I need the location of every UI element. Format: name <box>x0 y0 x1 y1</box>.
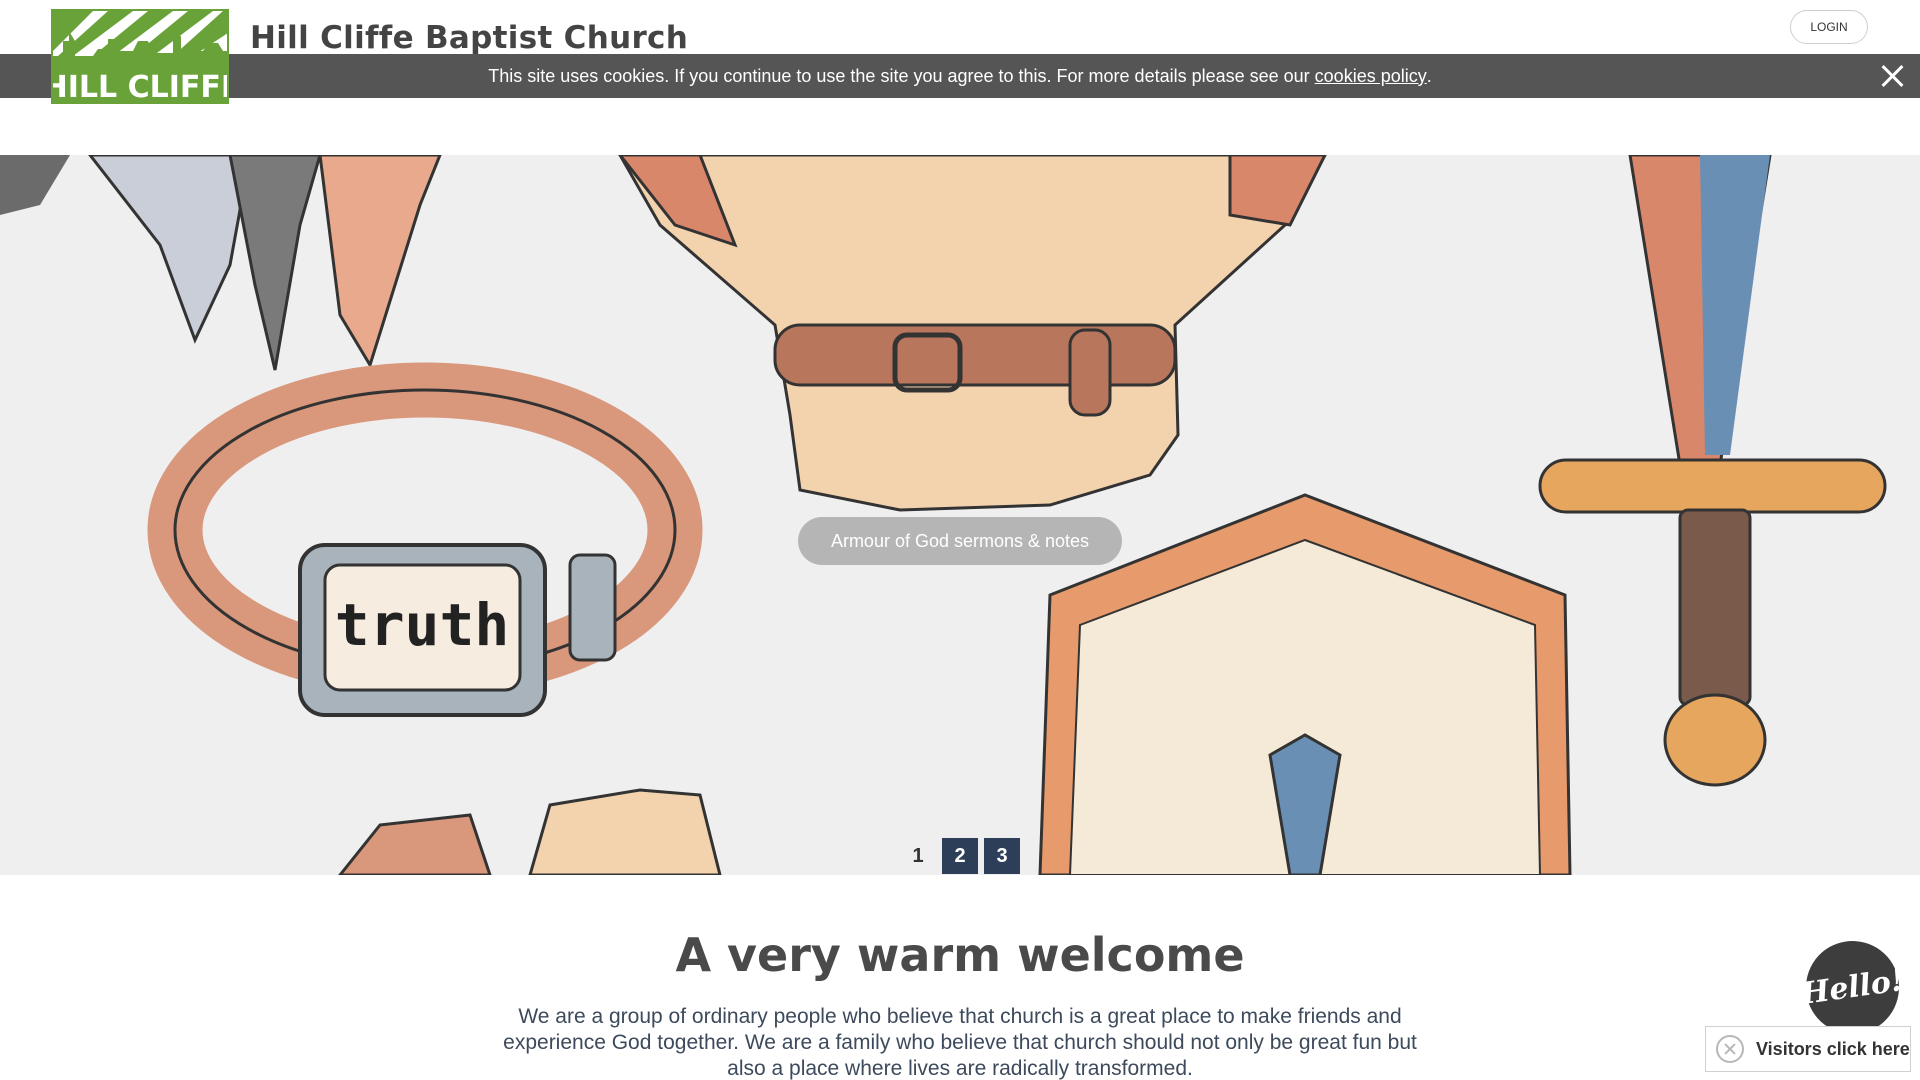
church-logo[interactable]: HILL CLIFFE <box>51 9 229 104</box>
armour-of-god-button[interactable]: Armour of God sermons & notes <box>798 517 1122 565</box>
pager-item-1[interactable]: 1 <box>900 838 936 874</box>
hero-slider: truth Armour of God sermons & notes 1 2 … <box>0 155 1920 875</box>
login-button[interactable]: LOGIN <box>1790 10 1868 44</box>
close-circle-icon[interactable] <box>1716 1035 1744 1063</box>
site-title[interactable]: Hill Cliffe Baptist Church <box>250 20 688 56</box>
cookies-policy-link[interactable]: cookies policy <box>1315 66 1427 87</box>
welcome-heading: A very warm welcome <box>675 928 1245 982</box>
pager-item-2[interactable]: 2 <box>942 838 978 874</box>
slider-pager: 1 2 3 <box>900 838 1020 874</box>
logo-text: HILL CLIFFE <box>53 70 229 104</box>
cookie-message-suffix: . <box>1426 65 1432 86</box>
visitors-button[interactable]: Visitors click here <box>1705 1026 1911 1072</box>
welcome-text: We are a group of ordinary people who be… <box>503 1005 1417 1080</box>
armour-of-god-illustration: truth <box>0 155 1920 875</box>
visitors-label: Visitors click here <box>1756 1038 1910 1059</box>
cookie-banner: This site uses cookies. If you continue … <box>0 54 1920 98</box>
belt-truth-label: truth <box>335 591 510 659</box>
pager-item-3[interactable]: 3 <box>984 838 1020 874</box>
close-icon[interactable] <box>1878 62 1906 90</box>
cookie-message: This site uses cookies. If you continue … <box>488 65 1310 86</box>
